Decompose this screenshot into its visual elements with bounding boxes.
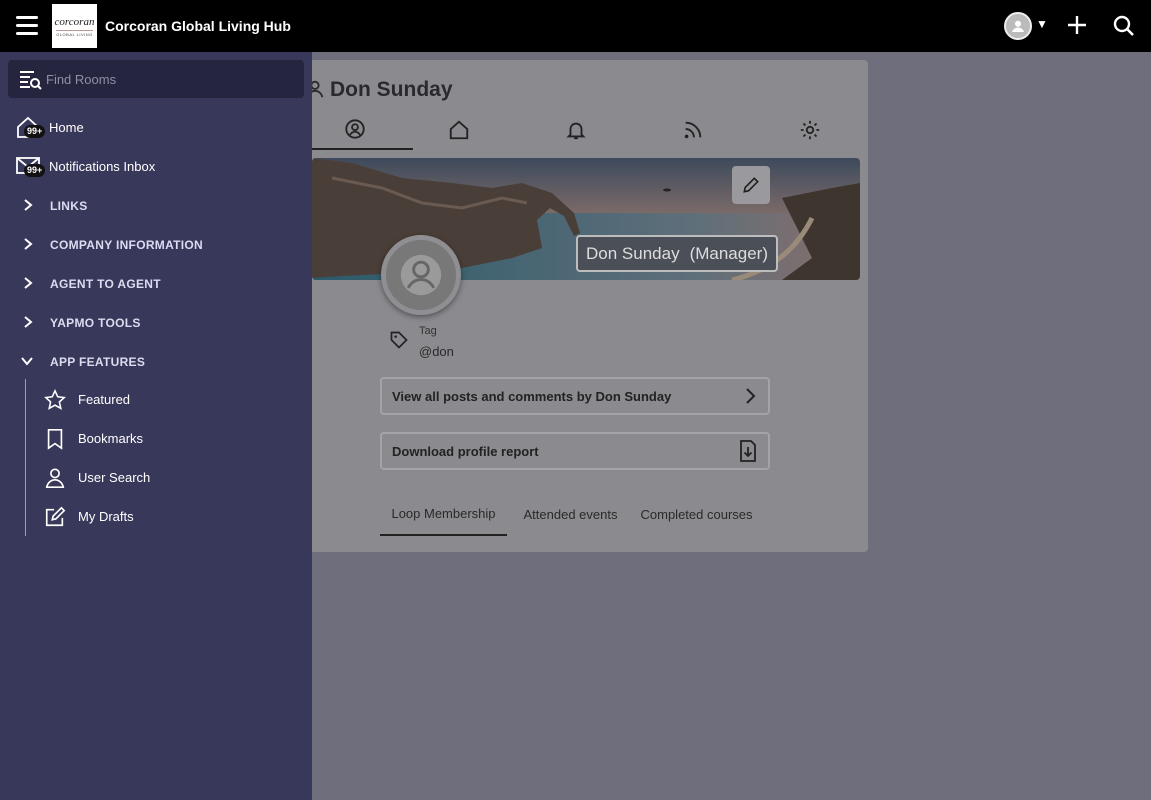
tab-completed-courses[interactable]: Completed courses	[633, 492, 760, 536]
sidebar-drawer: 99+ Home 99+ Notifications Inbox LINKS C…	[0, 52, 312, 800]
user-avatar-button[interactable]	[1004, 12, 1032, 40]
app-title: Corcoran Global Living Hub	[105, 18, 291, 34]
chevron-down-icon	[21, 357, 33, 366]
top-bar: corcoran GLOBAL LIVING Corcoran Global L…	[0, 0, 1151, 52]
download-file-icon	[740, 440, 756, 462]
tab-loop-membership[interactable]: Loop Membership	[380, 492, 507, 536]
chevron-right-icon	[24, 277, 33, 289]
plus-icon[interactable]	[1066, 14, 1088, 36]
drafts-icon	[45, 506, 66, 527]
download-report-label: Download profile report	[392, 443, 539, 459]
tab-notifications[interactable]	[517, 110, 634, 150]
view-posts-button[interactable]: View all posts and comments by Don Sunda…	[380, 377, 770, 415]
sidebar-section-agent-to-agent[interactable]: AGENT TO AGENT	[0, 264, 312, 303]
rss-icon	[684, 121, 701, 139]
home-badge: 99+	[24, 125, 46, 138]
profile-name-title: Don Sunday	[330, 78, 453, 101]
tag-label: Tag	[419, 325, 437, 337]
pencil-icon	[743, 177, 759, 193]
tab-profile[interactable]	[296, 110, 413, 150]
logo-subtext: GLOBAL LIVING	[56, 29, 93, 37]
sidebar-item-label: Notifications Inbox	[49, 159, 156, 174]
section-label: AGENT TO AGENT	[50, 276, 161, 291]
gear-icon	[800, 120, 819, 140]
search-list-icon	[20, 71, 42, 90]
tab-home[interactable]	[400, 110, 517, 150]
profile-name: Don Sunday	[586, 243, 680, 263]
sidebar-item-bookmarks[interactable]: Bookmarks	[26, 420, 312, 459]
logo-text: corcoran	[54, 15, 95, 28]
notifications-badge: 99+	[24, 164, 46, 177]
star-icon	[44, 389, 66, 410]
profile-tabs	[296, 110, 868, 150]
section-label: COMPANY INFORMATION	[50, 237, 204, 252]
chevron-right-icon	[746, 388, 756, 404]
sidebar-section-links[interactable]: LINKS	[0, 186, 312, 225]
bell-icon	[565, 122, 586, 140]
section-label: LINKS	[50, 198, 88, 213]
download-report-button[interactable]: Download profile report	[380, 432, 770, 470]
chevron-right-icon	[24, 238, 33, 250]
sidebar-item-label: Featured	[78, 392, 131, 407]
search-icon[interactable]	[1112, 14, 1136, 38]
home-icon	[449, 120, 468, 140]
sidebar-item-featured[interactable]: Featured	[26, 381, 312, 420]
find-rooms-bar[interactable]	[8, 60, 304, 98]
sidebar-section-app-features[interactable]: APP FEATURES	[0, 342, 312, 381]
sidebar-section-yapmo-tools[interactable]: YAPMO TOOLS	[0, 303, 312, 342]
avatar-icon	[400, 254, 442, 296]
bookmark-icon	[47, 429, 63, 450]
tab-feed[interactable]	[634, 110, 751, 150]
sidebar-item-my-drafts[interactable]: My Drafts	[26, 498, 312, 537]
user-icon	[45, 468, 65, 488]
profile-icon	[344, 119, 365, 139]
tag-value: @don	[419, 344, 454, 359]
profile-role: (Manager)	[689, 243, 768, 263]
tab-settings[interactable]	[751, 110, 868, 150]
profile-avatar[interactable]	[381, 235, 461, 315]
sidebar-item-label: My Drafts	[78, 509, 134, 524]
menu-icon[interactable]	[16, 16, 38, 36]
sidebar-item-user-search[interactable]: User Search	[26, 459, 312, 498]
tab-attended-events[interactable]: Attended events	[507, 492, 634, 536]
find-rooms-input[interactable]	[46, 68, 296, 90]
tag-icon	[390, 331, 408, 349]
section-label: YAPMO TOOLS	[50, 315, 141, 330]
sidebar-item-label: Home	[49, 120, 84, 135]
chevron-down-icon[interactable]: ▼	[1036, 17, 1048, 31]
sidebar-item-home[interactable]: 99+ Home	[0, 108, 312, 147]
sidebar-item-label: Bookmarks	[78, 431, 144, 446]
edit-banner-button[interactable]	[732, 166, 770, 204]
chevron-right-icon	[24, 199, 33, 211]
app-logo[interactable]: corcoran GLOBAL LIVING	[52, 4, 97, 48]
sidebar-section-company-information[interactable]: COMPANY INFORMATION	[0, 225, 312, 264]
section-label: APP FEATURES	[50, 354, 146, 369]
profile-name-chip: Don Sunday (Manager)	[576, 235, 778, 272]
chevron-right-icon	[24, 316, 33, 328]
profile-card: Don Sunday Don Sunday (Manager) Tag @don…	[296, 60, 868, 552]
sidebar-item-label: User Search	[78, 470, 151, 485]
sidebar-item-notifications-inbox[interactable]: 99+ Notifications Inbox	[0, 147, 312, 186]
avatar-icon	[1012, 20, 1024, 32]
view-posts-label: View all posts and comments by Don Sunda…	[392, 388, 672, 404]
